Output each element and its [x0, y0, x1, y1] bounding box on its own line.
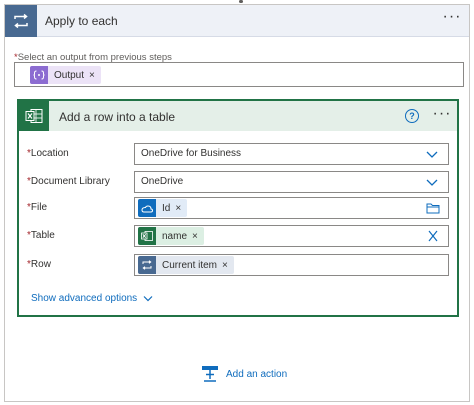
- help-icon[interactable]: ?: [405, 109, 419, 123]
- loop-more-options-button[interactable]: ···: [439, 9, 465, 29]
- file-id-token[interactable]: Id ×: [138, 199, 188, 217]
- add-row-card-header[interactable]: Add a row into a table ? ···: [19, 101, 457, 131]
- excel-icon: [19, 101, 49, 131]
- add-row-action-card: Add a row into a table ? ··· *Location O…: [17, 99, 459, 317]
- show-advanced-options-link[interactable]: Show advanced options: [31, 293, 153, 304]
- clear-icon[interactable]: [426, 230, 440, 242]
- loop-icon: [5, 5, 37, 37]
- location-label-text: Location: [30, 148, 69, 159]
- document-library-label: *Document Library: [27, 176, 110, 187]
- document-library-value: OneDrive: [141, 176, 184, 187]
- file-label: *File: [27, 202, 47, 213]
- remove-output-token-button[interactable]: ×: [89, 70, 101, 81]
- output-token[interactable]: Output ×: [30, 66, 101, 84]
- file-label-text: File: [30, 202, 48, 213]
- chevron-down-icon: [143, 296, 153, 302]
- show-advanced-options-label: Show advanced options: [31, 293, 138, 304]
- onedrive-icon: [138, 199, 156, 217]
- excel-icon: [138, 227, 156, 245]
- add-an-action-button[interactable]: Add an action: [201, 365, 287, 383]
- current-item-token[interactable]: Current item ×: [138, 256, 234, 274]
- file-id-token-label: Id: [162, 202, 171, 214]
- remove-file-token-button[interactable]: ×: [175, 203, 187, 214]
- add-row-card-title: Add a row into a table: [59, 110, 176, 124]
- location-value: OneDrive for Business: [141, 148, 242, 159]
- apply-to-each-container: Apply to each ··· *Select an output from…: [4, 4, 470, 402]
- file-input[interactable]: Id ×: [134, 197, 449, 219]
- row-label-text: Row: [30, 259, 51, 270]
- remove-table-token-button[interactable]: ×: [192, 231, 204, 242]
- chevron-down-icon: [426, 151, 438, 158]
- loop-icon: [138, 256, 156, 274]
- add-an-action-label: Add an action: [226, 368, 288, 380]
- table-name-token[interactable]: name ×: [138, 227, 204, 245]
- select-output-input[interactable]: Output ×: [14, 62, 464, 87]
- table-input[interactable]: name ×: [134, 225, 449, 247]
- output-token-label: Output: [54, 69, 85, 81]
- folder-icon[interactable]: [426, 202, 440, 214]
- table-name-token-label: name: [162, 230, 188, 242]
- location-label: *Location: [27, 148, 69, 159]
- apply-to-each-header[interactable]: Apply to each ···: [5, 5, 469, 37]
- document-library-label-text: Document Library: [30, 176, 110, 187]
- location-dropdown[interactable]: OneDrive for Business: [134, 143, 449, 165]
- row-label: *Row: [27, 259, 51, 270]
- chevron-down-icon: [426, 179, 438, 186]
- table-label-text: Table: [30, 230, 55, 241]
- remove-row-token-button[interactable]: ×: [222, 260, 234, 271]
- table-label: *Table: [27, 230, 55, 241]
- current-item-token-label: Current item: [162, 259, 218, 271]
- add-action-icon: [202, 366, 218, 382]
- card-more-options-button[interactable]: ···: [429, 106, 455, 126]
- connector-dot: [239, 0, 243, 3]
- row-input[interactable]: Current item ×: [134, 254, 449, 276]
- expression-icon: [30, 66, 48, 84]
- document-library-dropdown[interactable]: OneDrive: [134, 171, 449, 193]
- apply-to-each-title: Apply to each: [45, 14, 118, 28]
